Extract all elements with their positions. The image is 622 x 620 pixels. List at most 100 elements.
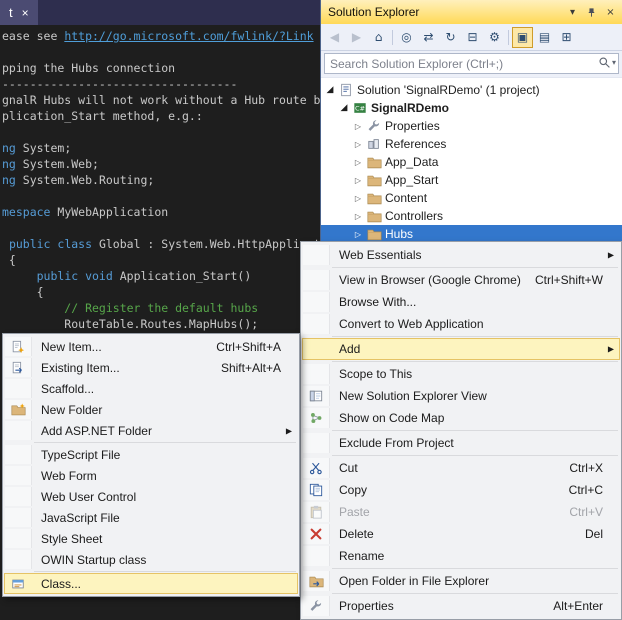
collapsed-expander-icon[interactable]: ▷ [351, 194, 365, 203]
collapse-all-button[interactable]: ⊟ [462, 27, 483, 48]
menu-item-new-folder[interactable]: New Folder [4, 399, 298, 420]
collapsed-expander-icon[interactable]: ▷ [351, 122, 365, 131]
back-button[interactable]: ◀ [324, 27, 345, 48]
menu-item-open-folder-in-file-explorer[interactable]: Open Folder in File Explorer [302, 570, 620, 592]
collapsed-expander-icon[interactable]: ▷ [351, 230, 365, 239]
menu-item-properties[interactable]: Properties Alt+Enter [302, 595, 620, 617]
menu-item-web-user-control[interactable]: Web User Control [4, 486, 298, 507]
tree-item-properties[interactable]: ▷ Properties [321, 117, 622, 135]
menu-item-paste[interactable]: Paste Ctrl+V [302, 501, 620, 523]
window-position-icon[interactable]: ▾ [564, 4, 581, 21]
menu-item-label: Scaffold... [41, 381, 95, 396]
menu-item-gutter [303, 245, 330, 265]
menu-item-scaffold[interactable]: Scaffold... [4, 378, 298, 399]
code-line: plication_Start method, e.g.: [2, 108, 320, 124]
sync-with-active-document-button[interactable]: ⇄ [418, 27, 439, 48]
search-dropdown[interactable]: ▾ [598, 56, 616, 69]
menu-item-label: Paste [339, 505, 370, 519]
menu-item-gutter [303, 524, 330, 544]
menu-item-rename[interactable]: Rename [302, 545, 620, 567]
code-line: public void Application_Start() [2, 268, 320, 284]
solution-explorer-toolbar: ◀ ▶ ⌂ ◎ ⇄ ↻ ⊟ ⚙ ▣ ▤ ⊞ [321, 24, 622, 51]
menu-item-label: Web User Control [41, 489, 137, 504]
menu-item-add[interactable]: Add ▶ [302, 338, 620, 360]
menu-item-web-essentials[interactable]: Web Essentials ▶ [302, 244, 620, 266]
menu-item-delete[interactable]: Delete Del [302, 523, 620, 545]
code-hyperlink[interactable]: http://go.microsoft.com/fwlink/?Link [64, 29, 313, 43]
wrench-icon [365, 119, 383, 133]
context-menu: Web Essentials ▶ View in Browser (Google C… [300, 241, 622, 620]
menu-item-scope-to-this[interactable]: Scope to This [302, 363, 620, 385]
tree-item-app-start[interactable]: ▷ App_Start [321, 171, 622, 189]
copy-icon [309, 483, 323, 497]
submenu-arrow-icon: ▶ [285, 426, 292, 435]
tab-close-icon[interactable]: × [22, 6, 29, 20]
tree-item-label: App_Start [385, 173, 439, 187]
search-input[interactable] [324, 53, 619, 74]
menu-item-shortcut: Alt+Enter [553, 599, 603, 613]
collapsed-expander-icon[interactable]: ▷ [351, 176, 365, 185]
menu-item-browse-with[interactable]: Browse With... [302, 291, 620, 313]
menu-item-shortcut: Ctrl+Shift+W [534, 273, 603, 287]
menu-item-gutter [5, 550, 32, 569]
menu-item-web-form[interactable]: Web Form [4, 465, 298, 486]
menu-item-add-asp-net-folder[interactable]: Add ASP.NET Folder ▶ [4, 420, 298, 441]
home-button[interactable]: ⌂ [368, 27, 389, 48]
menu-item-style-sheet[interactable]: Style Sheet [4, 528, 298, 549]
code-token: System.Web; [15, 157, 99, 171]
refresh-button[interactable]: ↻ [440, 27, 461, 48]
code-token: ---------------------------------- [2, 77, 238, 91]
collapsed-expander-icon[interactable]: ▷ [351, 158, 365, 167]
menu-item-class[interactable]: Class... [4, 573, 298, 594]
menu-item-label: JavaScript File [41, 510, 120, 525]
tree-item-references[interactable]: ▷ References [321, 135, 622, 153]
menu-item-owin-startup-class[interactable]: OWIN Startup class [4, 549, 298, 570]
collapsed-expander-icon[interactable]: ▷ [351, 140, 365, 149]
menu-item-view-in-browser-google-chrome[interactable]: View in Browser (Google Chrome) Ctrl+Shif… [302, 269, 620, 291]
code-token: // Register the default hubs [2, 301, 259, 315]
menu-item-javascript-file[interactable]: JavaScript File [4, 507, 298, 528]
menu-item-copy[interactable]: Copy Ctrl+C [302, 479, 620, 501]
menu-item-gutter [303, 386, 330, 406]
show-all-files-toggle[interactable]: ▤ [534, 27, 555, 48]
close-icon[interactable]: × [602, 4, 619, 21]
folder-icon [365, 210, 383, 223]
pin-icon[interactable] [583, 4, 600, 21]
collapsed-expander-icon[interactable]: ▷ [351, 212, 365, 221]
menu-item-show-on-code-map[interactable]: Show on Code Map [302, 407, 620, 429]
expanded-expander-icon[interactable]: ◢ [323, 85, 337, 95]
code-area[interactable]: ease see http://go.microsoft.com/fwlink/… [0, 25, 341, 332]
menu-item-typescript-file[interactable]: TypeScript File [4, 444, 298, 465]
preview-selected-items-toggle[interactable]: ▣ [512, 26, 533, 48]
menu-item-convert-to-web-application[interactable]: Convert to Web Application [302, 313, 620, 335]
code-line: gnalR Hubs will not work without a Hub r… [2, 92, 321, 108]
view-code-map-button[interactable]: ⊞ [556, 27, 577, 48]
menu-item-existing-item[interactable]: Existing Item... Shift+Alt+A [4, 357, 298, 378]
menu-item-new-item[interactable]: New Item... Ctrl+Shift+A [4, 336, 298, 357]
tree-item-label: Hubs [385, 227, 414, 241]
solution-explorer-titlebar[interactable]: Solution Explorer ▾ × [321, 0, 622, 24]
properties-window-button[interactable]: ⚙ [484, 27, 505, 48]
menu-item-gutter [303, 314, 330, 334]
menu-item-label: View in Browser (Google Chrome) [339, 273, 521, 287]
menu-item-cut[interactable]: Cut Ctrl+X [302, 457, 620, 479]
delete-icon [309, 527, 323, 541]
tree-item-app-data[interactable]: ▷ App_Data [321, 153, 622, 171]
editor-tab[interactable]: t × [0, 0, 38, 25]
tree-item-solution-signalrdemo-1-project[interactable]: ◢ Solution 'SignalRDemo' (1 project) [321, 81, 622, 99]
expanded-expander-icon[interactable]: ◢ [337, 103, 351, 113]
menu-separator [34, 571, 296, 572]
menu-item-exclude-from-project[interactable]: Exclude From Project [302, 432, 620, 454]
code-line: public class Global : System.Web.HttpApp… [2, 236, 341, 252]
forward-button[interactable]: ▶ [346, 27, 367, 48]
menu-separator [332, 336, 618, 337]
menu-item-gutter [303, 270, 330, 290]
sync-selection-button[interactable]: ◎ [396, 27, 417, 48]
menu-item-label: Show on Code Map [339, 411, 445, 425]
tree-item-controllers[interactable]: ▷ Controllers [321, 207, 622, 225]
menu-item-new-solution-explorer-view[interactable]: New Solution Explorer View [302, 385, 620, 407]
tree-item-signalrdemo[interactable]: ◢ C# SignalRDemo [321, 99, 622, 117]
tree-item-content[interactable]: ▷ Content [321, 189, 622, 207]
